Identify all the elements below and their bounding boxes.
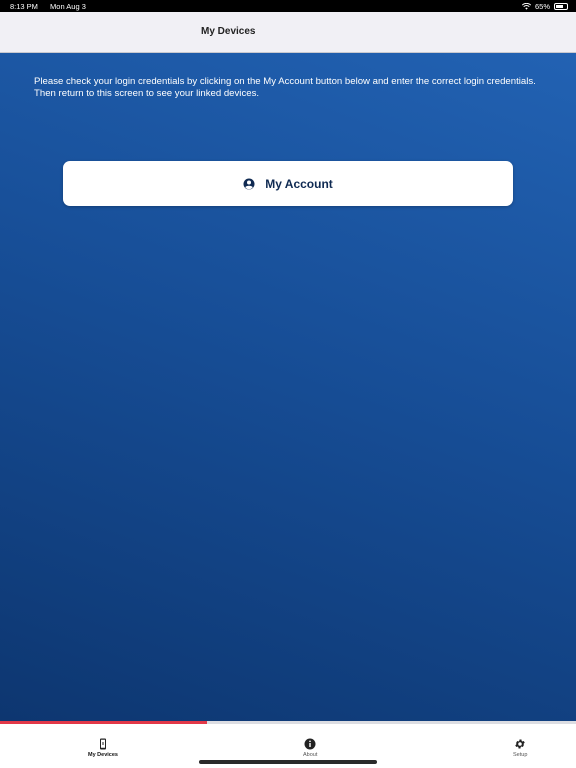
tab-setup[interactable]: Setup — [513, 738, 527, 758]
status-date: Mon Aug 3 — [50, 1, 86, 11]
phone-device-icon — [99, 738, 106, 750]
status-right: 65% — [521, 1, 568, 11]
home-indicator — [199, 760, 377, 764]
main-content: Please check your login credentials by c… — [0, 53, 576, 721]
my-account-button[interactable]: My Account — [63, 161, 513, 206]
credentials-message: Please check your login credentials by c… — [34, 76, 536, 99]
tab-label-about: About — [303, 752, 318, 758]
tab-about[interactable]: About — [303, 738, 317, 758]
gear-icon — [515, 739, 525, 749]
account-circle-icon — [243, 178, 255, 190]
page-title: My Devices — [201, 26, 256, 37]
status-left: 8:13 PM Mon Aug 3 — [10, 2, 96, 11]
my-account-label: My Account — [265, 176, 333, 191]
wifi-icon — [521, 2, 531, 10]
battery-icon — [554, 2, 568, 10]
battery-percent: 65% — [534, 1, 550, 11]
info-icon — [304, 738, 316, 750]
navigation-bar: My Devices — [0, 12, 576, 53]
tab-label-my-devices: My Devices — [88, 752, 118, 758]
tab-label-setup: Setup — [513, 752, 528, 758]
status-bar: 8:13 PM Mon Aug 3 65% — [0, 0, 576, 12]
status-time: 8:13 PM — [10, 1, 38, 11]
tab-my-devices[interactable]: My Devices — [88, 738, 118, 758]
